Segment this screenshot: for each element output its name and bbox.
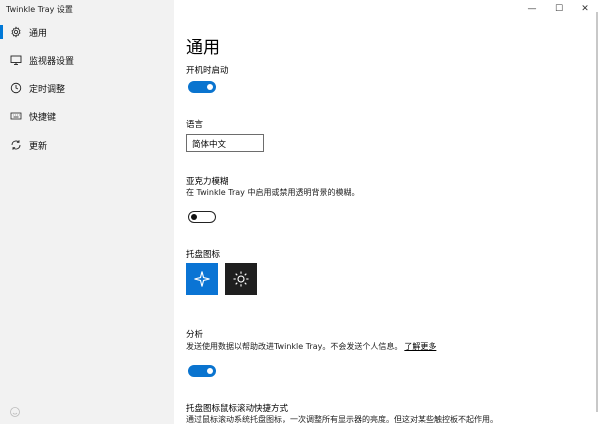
language-label: 语言 xyxy=(186,120,204,130)
startup-toggle[interactable] xyxy=(188,81,216,93)
sidebar-item-hotkeys[interactable]: 快捷键 xyxy=(0,105,174,127)
scroll-shortcut-label: 托盘图标鼠标滚动快捷方式 xyxy=(186,404,289,414)
app-title: Twinkle Tray 设置 xyxy=(6,5,73,14)
tray-icon-light-option[interactable] xyxy=(186,263,218,295)
page-title: 通用 xyxy=(186,38,220,58)
sidebar: Twinkle Tray 设置 通用 监视器设置 定时调整 快捷键 更新 xyxy=(0,0,174,424)
sidebar-item-label: 更新 xyxy=(29,142,48,152)
startup-label: 开机时启动 xyxy=(186,66,229,76)
smile-icon[interactable] xyxy=(9,403,23,417)
sidebar-item-schedule[interactable]: 定时调整 xyxy=(0,77,174,99)
sidebar-item-label: 快捷键 xyxy=(29,113,57,123)
refresh-icon xyxy=(9,138,23,152)
sidebar-item-monitors[interactable]: 监视器设置 xyxy=(0,49,174,71)
analytics-label: 分析 xyxy=(186,330,204,340)
scrollbar[interactable] xyxy=(594,0,600,424)
sidebar-item-updates[interactable]: 更新 xyxy=(0,134,174,156)
clock-icon xyxy=(9,81,23,95)
scrollbar-thumb[interactable] xyxy=(596,12,598,412)
selection-indicator xyxy=(0,25,3,39)
sidebar-item-label: 定时调整 xyxy=(29,85,66,95)
monitor-icon xyxy=(9,53,23,67)
toggle-knob xyxy=(207,84,213,90)
sun-icon xyxy=(233,271,249,287)
analytics-toggle[interactable] xyxy=(188,365,216,377)
sparkle-icon xyxy=(194,271,210,287)
acrylic-toggle[interactable] xyxy=(188,211,216,223)
acrylic-label: 亚克力模糊 xyxy=(186,177,229,187)
keyboard-icon xyxy=(9,109,23,123)
scroll-shortcut-description: 通过鼠标滚动系统托盘图标，一次调整所有显示器的亮度。但这对某些触控板不起作用。 xyxy=(186,415,498,424)
tray-icon-label: 托盘图标 xyxy=(186,250,221,260)
acrylic-description: 在 Twinkle Tray 中启用或禁用透明背景的模糊。 xyxy=(186,188,360,197)
sidebar-item-general[interactable]: 通用 xyxy=(0,21,174,43)
toggle-knob xyxy=(191,213,197,220)
tray-icon-dark-option[interactable] xyxy=(225,263,257,295)
language-select[interactable]: 简体中文 xyxy=(186,134,264,152)
analytics-description: 发送使用数据以帮助改进Twinkle Tray。不会发送个人信息。 了解更多 xyxy=(186,341,436,352)
gear-icon xyxy=(9,25,23,39)
learn-more-link[interactable]: 了解更多 xyxy=(404,342,436,351)
sidebar-item-label: 通用 xyxy=(29,29,48,39)
analytics-desc-text: 发送使用数据以帮助改进Twinkle Tray。不会发送个人信息。 xyxy=(186,342,403,351)
toggle-knob xyxy=(207,368,213,374)
sidebar-item-label: 监视器设置 xyxy=(29,57,75,67)
settings-content: 通用 开机时启动 语言 简体中文 亚克力模糊 在 Twinkle Tray 中启… xyxy=(174,0,600,424)
